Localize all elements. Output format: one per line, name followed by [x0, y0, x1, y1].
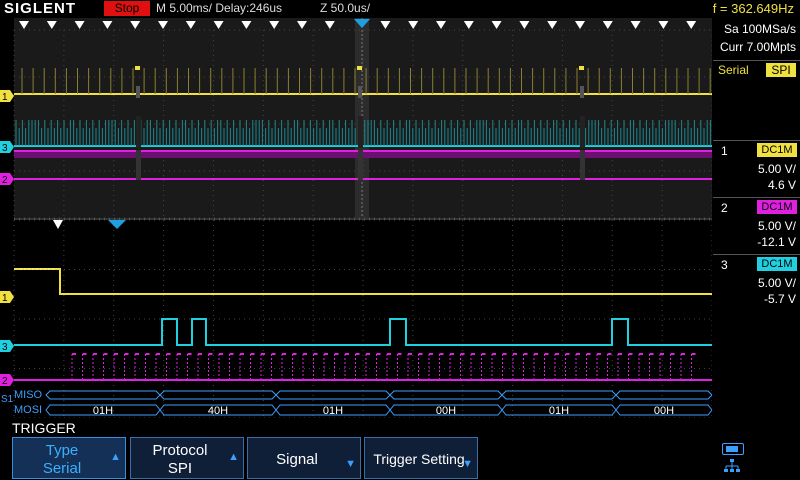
- trigger-protocol-badge: SPI: [766, 63, 796, 77]
- ch1-offset-marker[interactable]: 1: [0, 90, 14, 103]
- ch1-overview-gap: [358, 86, 362, 98]
- ch3-overview-gap: [580, 116, 585, 148]
- mosi-value: 40H: [208, 405, 228, 417]
- ch1-overview-gap: [136, 86, 140, 98]
- arrow-down-icon: ▼: [462, 458, 473, 470]
- miso-label: MISO: [14, 389, 43, 401]
- svg-text:2: 2: [2, 376, 8, 387]
- svg-text:1: 1: [2, 293, 8, 304]
- brand-logo: SIGLENT: [4, 0, 77, 17]
- ch2-overview-gap: [136, 150, 141, 180]
- ch1-number: 1: [721, 144, 728, 158]
- ch1-scale: 5.00 V/: [757, 162, 796, 176]
- softkey-protocol[interactable]: Protocol SPI ▲: [130, 437, 244, 479]
- ch3-offset: -5.7 V: [763, 292, 796, 306]
- acquisition-panel: Sa 100MSa/s Curr 7.00Mpts: [713, 18, 800, 60]
- ch2-offset-marker[interactable]: 2: [0, 173, 14, 186]
- zoom-pane: [14, 220, 712, 418]
- ch2-info[interactable]: 2 DC1M 5.00 V/ -12.1 V: [713, 197, 800, 254]
- ch2-overview-gap: [358, 150, 363, 180]
- network-icon: [724, 459, 740, 472]
- ch2-coupling: DC1M: [757, 200, 797, 214]
- mosi-value: 01H: [323, 405, 343, 417]
- usb-icon: [722, 443, 744, 455]
- sample-rate: Sa 100MSa/s: [723, 22, 796, 36]
- arrow-down-icon: ▼: [345, 458, 356, 470]
- ch1-overview-gap: [580, 86, 584, 98]
- ch1-offset: 4.6 V: [767, 178, 796, 192]
- ch1-overview-pulse: [579, 66, 584, 70]
- mosi-value: 01H: [93, 405, 113, 417]
- decode-offset-marker[interactable]: S1: [1, 394, 14, 405]
- ch1-overview-pulse: [135, 66, 140, 70]
- ch3-overview-gap: [358, 116, 363, 148]
- mosi-value: 01H: [549, 405, 569, 417]
- mosi-label: MOSI: [14, 404, 42, 416]
- frequency-readout: f = 362.649Hz: [712, 1, 794, 16]
- ch2-scale: 5.00 V/: [757, 219, 796, 233]
- svg-text:2: 2: [2, 175, 8, 186]
- ch2-number: 2: [721, 201, 728, 215]
- zoom-readout[interactable]: Z 50.0us/: [320, 1, 370, 16]
- ch3-offset-marker[interactable]: 3: [0, 141, 14, 154]
- softkey-type[interactable]: Type Serial ▲: [12, 437, 126, 479]
- ch3-zoom-offset-marker[interactable]: 3: [0, 340, 14, 353]
- trigger-type: Serial: [718, 63, 749, 77]
- waveform-display[interactable]: MISO MOSI 01H 40H 01H 00H 01H 00H 1 3 2 1 3 2 S…: [0, 18, 712, 418]
- memory-depth: Curr 7.00Mpts: [719, 40, 796, 54]
- timebase-readout[interactable]: M 5.00ms/ Delay:246us: [156, 1, 282, 16]
- ch2-overview-gap: [580, 150, 585, 180]
- ch3-info[interactable]: 3 DC1M 5.00 V/ -5.7 V: [713, 254, 800, 311]
- svg-text:3: 3: [2, 342, 8, 353]
- mosi-value: 00H: [436, 405, 456, 417]
- svg-text:1: 1: [2, 92, 8, 103]
- svg-text:3: 3: [2, 143, 8, 154]
- ch1-overview-pulse: [357, 66, 362, 70]
- softkey-signal[interactable]: Signal ▼: [247, 437, 361, 479]
- status-bar: SIGLENT Stop M 5.00ms/ Delay:246us Z 50.…: [0, 0, 800, 18]
- ch3-number: 3: [721, 258, 728, 272]
- run-stop-badge[interactable]: Stop: [104, 1, 150, 16]
- ch2-offset: -12.1 V: [757, 235, 796, 249]
- arrow-up-icon: ▲: [110, 451, 121, 463]
- ch1-info[interactable]: 1 DC1M 5.00 V/ 4.6 V: [713, 140, 800, 197]
- ch3-scale: 5.00 V/: [757, 276, 796, 290]
- menu-title: TRIGGER: [12, 420, 76, 436]
- ch3-coupling: DC1M: [757, 257, 797, 271]
- ch3-overview-gap: [136, 116, 141, 148]
- trigger-info-panel[interactable]: Serial SPI: [713, 60, 800, 139]
- arrow-up-icon: ▲: [228, 451, 239, 463]
- softkey-trigger-setting[interactable]: Trigger Setting ▼: [364, 437, 478, 479]
- mosi-value: 00H: [654, 405, 674, 417]
- ch2-zoom-offset-marker[interactable]: 2: [0, 374, 14, 387]
- ch1-zoom-offset-marker[interactable]: 1: [0, 291, 14, 304]
- svg-text:S1: S1: [1, 394, 14, 405]
- ch1-coupling: DC1M: [757, 143, 797, 157]
